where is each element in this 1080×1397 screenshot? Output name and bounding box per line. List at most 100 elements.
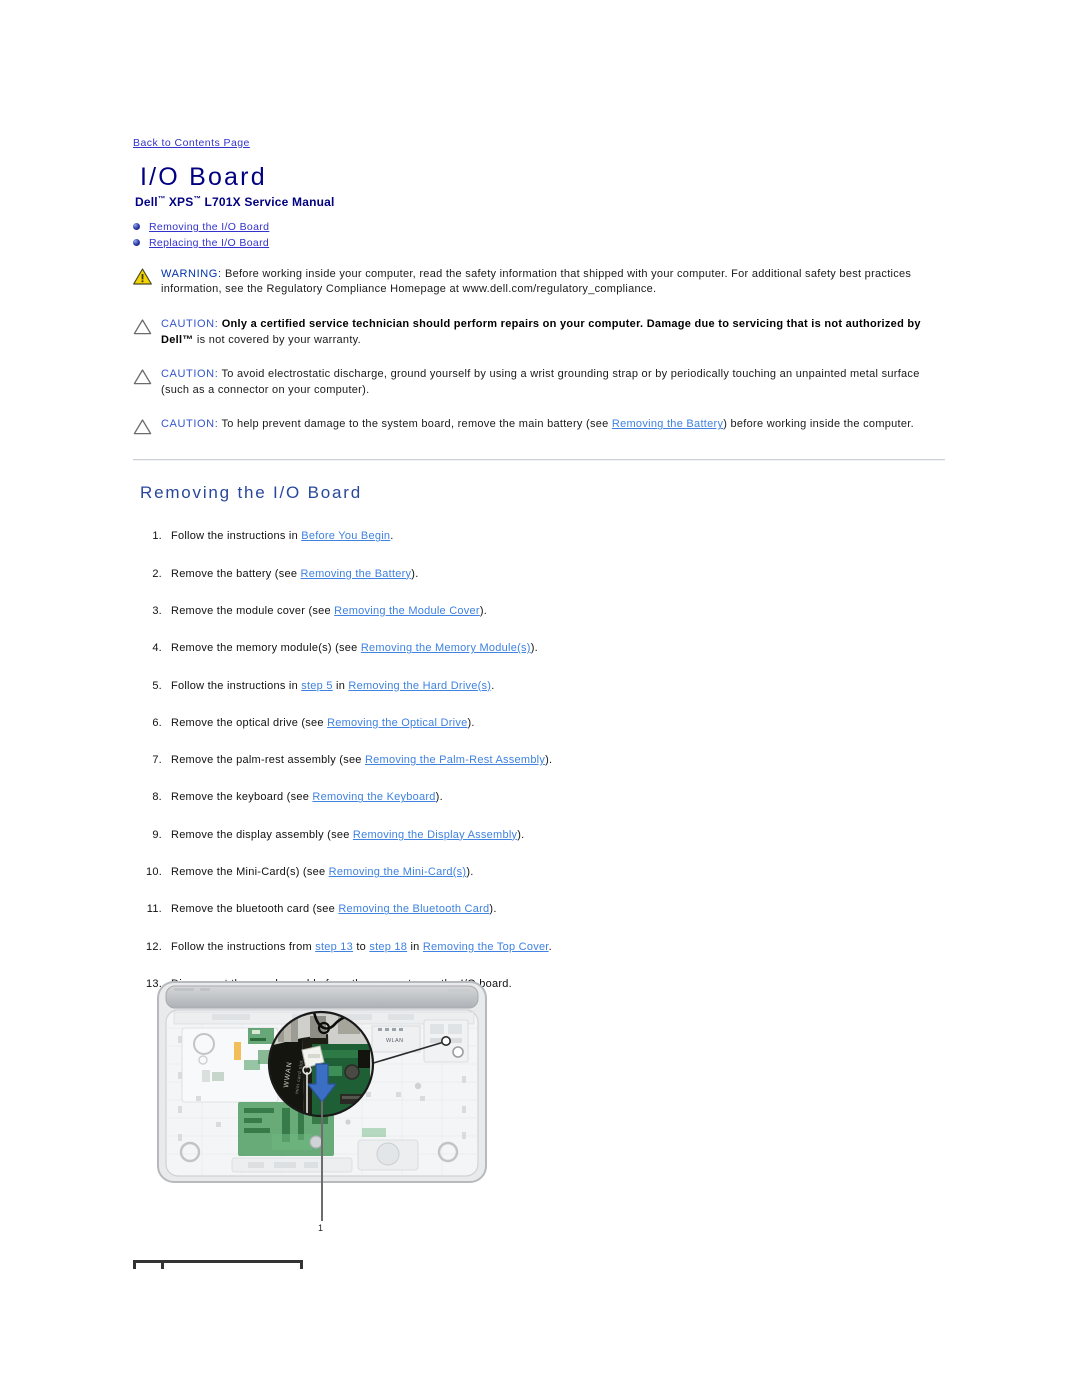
step-number: 9. [152,828,162,841]
warning-label: WARNING: [161,267,222,280]
step-number: 2. [152,567,162,580]
step-text-before: Follow the instructions in [171,679,302,692]
legend-cell-number [132,1260,165,1269]
page-subtitle: Dell™ XPS™ L701X Service Manual [135,194,948,209]
link-removing-the-module-cover[interactable]: Removing the Module Cover [334,605,480,617]
caution-text-2: CAUTION: To avoid electrostatic discharg… [161,367,948,398]
step-number: 3. [152,605,162,617]
link-step-5[interactable]: step 5 [301,680,332,692]
link-removing-the-battery[interactable]: Removing the Battery [301,568,412,580]
step-text: Remove the battery (see Removing the Bat… [171,567,948,581]
link-replacing-the-io-board[interactable]: Replacing the I/O Board [149,237,269,249]
warning-text: WARNING: Before working inside your comp… [161,267,948,298]
caution-label: CAUTION: [161,317,219,330]
link-step-13[interactable]: step 13 [315,941,353,953]
step-text: Remove the optical drive (see Removing t… [171,716,948,730]
link-removing-the-battery[interactable]: Removing the Battery [612,418,723,430]
link-removing-the-top-cover[interactable]: Removing the Top Cover [423,941,549,953]
link-removing-the-optical-drive[interactable]: Removing the Optical Drive [327,717,467,729]
step-text: Follow the instructions in Before You Be… [171,529,948,543]
page-title: I/O Board [140,163,267,191]
step-text-after: ). [466,866,474,879]
step-text: Remove the Mini-Card(s) (see Removing th… [171,865,948,879]
step-text-after: . [548,940,552,953]
link-removing-the-hard-drives[interactable]: Removing the Hard Drive(s) [348,680,491,692]
bullet-icon [133,239,140,247]
link-removing-the-memory-modules[interactable]: Removing the Memory Module(s) [361,642,531,654]
step-text-before: Remove the memory module(s) (see [171,642,361,655]
caution-block-2: CAUTION: To avoid electrostatic discharg… [133,367,948,398]
step-text-before: Remove the display assembly (see [171,828,353,841]
caution-triangle-icon [133,317,161,340]
warning-triangle-icon [133,267,161,290]
link-removing-the-bluetooth-card[interactable]: Removing the Bluetooth Card [338,903,489,915]
link-removing-the-palm-rest-assembly[interactable]: Removing the Palm-Rest Assembly [365,754,545,766]
step-text-after: ). [435,791,443,804]
step-text-after: ). [467,716,475,729]
caution-block-1: CAUTION: Only a certified service techni… [133,317,948,348]
warning-body: Before working inside your computer, rea… [161,267,912,296]
step-8: 8. Remove the keyboard (see Removing the… [133,790,948,804]
list-item: Replacing the I/O Board [133,237,948,249]
step-text-before: Remove the Mini-Card(s) (see [171,866,329,879]
step-text: Remove the bluetooth card (see Removing … [171,902,948,916]
step-text-after: ). [530,642,538,655]
step-text-before: Follow the instructions from [171,940,316,953]
step-number: 12. [145,940,162,953]
step-11: 11. Remove the bluetooth card (see Remov… [133,902,948,916]
section-links-list: Removing the I/O Board Replacing the I/O… [133,221,948,249]
callout-number-1: 1 [318,1223,324,1233]
step-text: Remove the keyboard (see Removing the Ke… [171,790,948,804]
step-number: 5. [152,679,162,692]
step-2: 2. Remove the battery (see Removing the … [133,567,948,581]
step-6: 6. Remove the optical drive (see Removin… [133,716,948,730]
step-12: 12. Follow the instructions from step 13… [133,940,948,954]
table-row [132,1260,303,1269]
list-item: Removing the I/O Board [133,221,948,233]
step-text-before: Remove the bluetooth card (see [171,903,339,916]
caution-body: To avoid electrostatic discharge, ground… [161,368,920,396]
caution-block-3: CAUTION: To help prevent damage to the s… [133,417,948,440]
section-heading-removing-io-board: Removing the I/O Board [140,483,362,503]
step-text-mid2: in [407,940,423,953]
link-removing-the-keyboard[interactable]: Removing the Keyboard [312,791,435,803]
bullet-icon [133,223,140,231]
caution-text-3: CAUTION: To help prevent damage to the s… [161,417,948,433]
step-number: 1. [152,530,162,543]
step-text-after: ). [545,754,553,767]
caution-body-after: ) before working inside the computer. [723,418,914,431]
link-removing-the-io-board[interactable]: Removing the I/O Board [149,221,269,233]
link-removing-the-mini-cards[interactable]: Removing the Mini-Card(s) [329,866,467,878]
caution-body-before: To help prevent damage to the system boa… [218,418,612,431]
caution-text-1: CAUTION: Only a certified service techni… [161,317,948,348]
step-4: 4. Remove the memory module(s) (see Remo… [133,641,948,655]
step-number: 11. [146,903,162,916]
step-5: 5. Follow the instructions in step 5 in … [133,679,948,693]
step-text-before: Remove the palm-rest assembly (see [171,754,365,767]
step-text-before: Remove the module cover (see [171,605,335,617]
step-text: Remove the module cover (see Removing th… [171,604,948,618]
service-manual-page: Back to Contents Page I/O Board Dell ™ XP… [0,0,1080,1397]
link-before-you-begin[interactable]: Before You Begin [301,530,390,542]
link-removing-the-display-assembly[interactable]: Removing the Display Assembly [353,829,517,841]
caution-label: CAUTION: [161,368,219,381]
step-number: 8. [152,791,162,804]
step-text-after: . [491,679,495,692]
caution-label: CAUTION: [161,418,219,431]
step-text: Remove the palm-rest assembly (see Remov… [171,753,948,767]
page-content: Back to Contents Page I/O Board Dell ™ XP… [133,133,948,1014]
step-text-after: ). [411,567,419,580]
step-number: 4. [152,642,162,655]
link-step-18[interactable]: step 18 [369,941,407,953]
legend-cell-label [162,1260,303,1269]
step-1: 1. Follow the instructions in Before You… [133,529,948,543]
step-3: 3. Remove the module cover (see Removing… [133,604,948,618]
step-text-after: ). [479,605,488,617]
step-9: 9. Remove the display assembly (see Remo… [133,828,948,842]
back-to-contents-link[interactable]: Back to Contents Page [133,137,250,149]
figure-io-board-location: WLAN WWAN mini card slot 1 [152,976,492,1233]
caution-triangle-icon [133,417,161,440]
step-number: 7. [152,754,162,767]
step-text-after: . [390,530,394,543]
trademark-symbol-2: ™ [193,193,201,203]
